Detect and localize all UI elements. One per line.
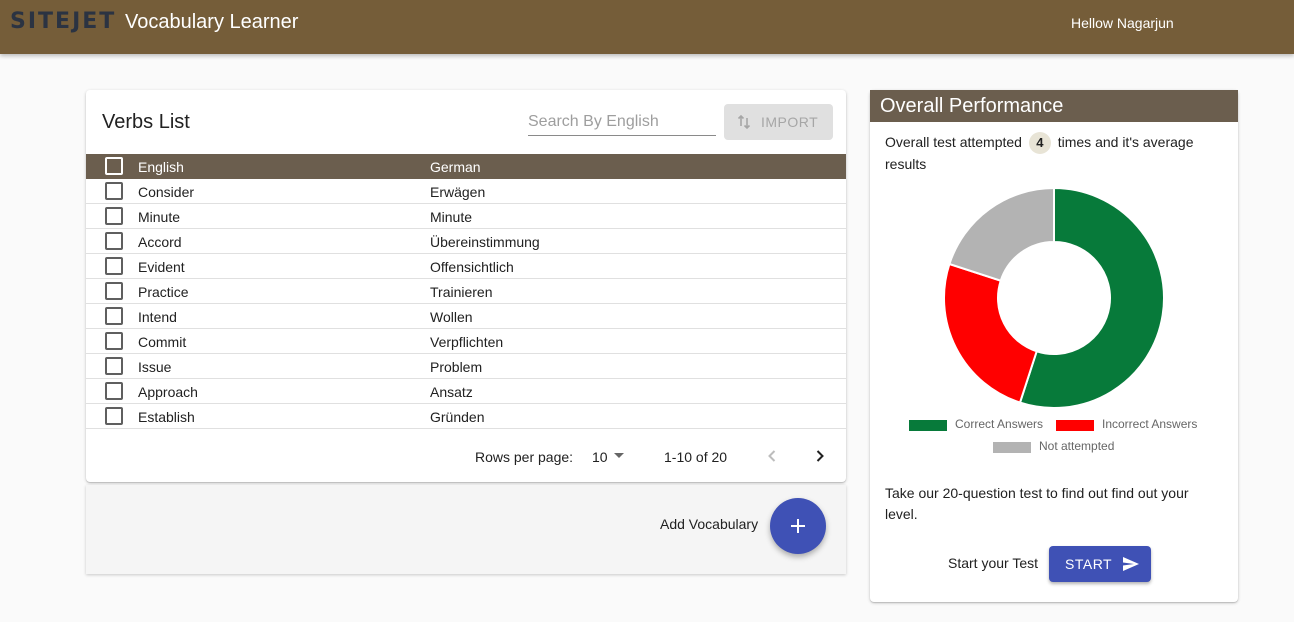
table-row[interactable]: Consider Erwägen — [86, 179, 846, 204]
english-cell: Commit — [138, 334, 187, 350]
table-row[interactable]: Establish Gründen — [86, 404, 846, 429]
send-icon — [1123, 557, 1140, 571]
english-cell: Accord — [138, 234, 182, 250]
english-cell: Establish — [138, 409, 195, 425]
start-button[interactable]: START — [1049, 546, 1151, 582]
table-row[interactable]: Commit Verpflichten — [86, 329, 846, 354]
attempt-prefix: Overall test attempted — [885, 134, 1022, 150]
german-cell: Offensichtlich — [430, 259, 514, 275]
add-vocabulary-label: Add Vocabulary — [660, 516, 759, 532]
row-checkbox[interactable] — [105, 407, 123, 425]
german-cell: Wollen — [430, 309, 473, 325]
start-test-label: Start your Test — [948, 555, 1039, 571]
add-vocabulary-area: Add Vocabulary — [86, 485, 846, 574]
table-row[interactable]: Issue Problem — [86, 354, 846, 379]
row-checkbox[interactable] — [105, 257, 123, 275]
legend-label: Correct Answers — [955, 417, 1044, 431]
slice-incorrect[interactable] — [943, 262, 1038, 404]
english-cell: Consider — [138, 184, 195, 200]
german-cell: Minute — [430, 209, 473, 225]
row-checkbox[interactable] — [105, 282, 123, 300]
search-input[interactable] — [528, 108, 716, 136]
chevron-left-icon[interactable] — [762, 446, 782, 466]
verbs-list-title: Verbs List — [102, 111, 190, 133]
app-bar: SITEJET Vocabulary Learner Hellow Nagarj… — [0, 0, 1294, 54]
row-checkbox[interactable] — [105, 357, 123, 375]
legend-swatch — [993, 442, 1031, 453]
table-row[interactable]: Approach Ansatz — [86, 379, 846, 404]
attempt-summary: Overall test attempted 4 times and it's … — [885, 132, 1225, 174]
column-german[interactable]: German — [430, 159, 481, 175]
performance-donut-chart — [943, 186, 1165, 409]
german-cell: Problem — [430, 359, 483, 375]
table-header: English German — [86, 154, 846, 179]
table-row[interactable]: Intend Wollen — [86, 304, 846, 329]
app-title: Vocabulary Learner — [125, 11, 299, 33]
import-label: IMPORT — [761, 114, 819, 130]
rows-per-page-label: Rows per page: — [475, 449, 574, 465]
performance-header: Overall Performance — [870, 90, 1238, 122]
row-checkbox[interactable] — [105, 307, 123, 325]
row-checkbox[interactable] — [105, 382, 123, 400]
german-cell: Verpflichten — [430, 334, 504, 350]
table-row[interactable]: Minute Minute — [86, 204, 846, 229]
english-cell: Intend — [138, 309, 177, 325]
table-row[interactable]: Evident Offensichtlich — [86, 254, 846, 279]
slice-not-attempted[interactable] — [948, 186, 1055, 282]
german-cell: Ansatz — [430, 384, 473, 400]
row-checkbox[interactable] — [105, 232, 123, 250]
english-cell: Minute — [138, 209, 181, 225]
legend-swatch — [909, 420, 947, 431]
english-cell: Evident — [138, 259, 185, 275]
logo: SITEJET — [10, 9, 117, 34]
user-greeting[interactable]: Hellow Nagarjun — [1071, 15, 1174, 31]
german-cell: Übereinstimmung — [430, 234, 540, 250]
page-range: 1-10 of 20 — [664, 449, 728, 465]
attempt-count-badge: 4 — [1028, 132, 1051, 154]
add-vocabulary-button[interactable] — [770, 498, 826, 554]
legend-swatch — [1056, 420, 1094, 431]
verbs-card: Verbs List IMPORT English German Conside… — [86, 90, 846, 482]
dropdown-arrow-icon[interactable] — [614, 453, 624, 458]
column-english[interactable]: English — [138, 159, 184, 175]
row-checkbox[interactable] — [105, 182, 123, 200]
table-body: Consider Erwägen Minute Minute Accord Übere… — [86, 179, 846, 429]
row-checkbox[interactable] — [105, 207, 123, 225]
swap-vert-icon — [737, 115, 751, 129]
row-checkbox[interactable] — [105, 332, 123, 350]
legend-label: Incorrect Answers — [1102, 417, 1198, 431]
german-cell: Erwägen — [430, 184, 486, 200]
english-cell: Practice — [138, 284, 189, 300]
pagination: Rows per page: 10 1-10 of 20 — [86, 440, 846, 472]
start-label: START — [1065, 556, 1113, 572]
english-cell: Issue — [138, 359, 172, 375]
chevron-right-icon[interactable] — [810, 446, 830, 466]
select-all-checkbox[interactable] — [105, 157, 123, 175]
table-row[interactable]: Practice Trainieren — [86, 279, 846, 304]
rows-per-page-select[interactable]: 10 — [592, 449, 608, 465]
plus-icon — [791, 519, 805, 533]
german-cell: Trainieren — [430, 284, 493, 300]
table-row[interactable]: Accord Übereinstimmung — [86, 229, 846, 254]
take-test-text: Take our 20-question test to find out fi… — [885, 485, 1189, 522]
legend-label: Not attempted — [1039, 439, 1115, 453]
performance-title: Overall Performance — [880, 95, 1064, 117]
import-button[interactable]: IMPORT — [724, 104, 833, 140]
performance-card: Overall Performance Overall test attempt… — [870, 90, 1238, 602]
english-cell: Approach — [138, 384, 198, 400]
german-cell: Gründen — [430, 409, 485, 425]
